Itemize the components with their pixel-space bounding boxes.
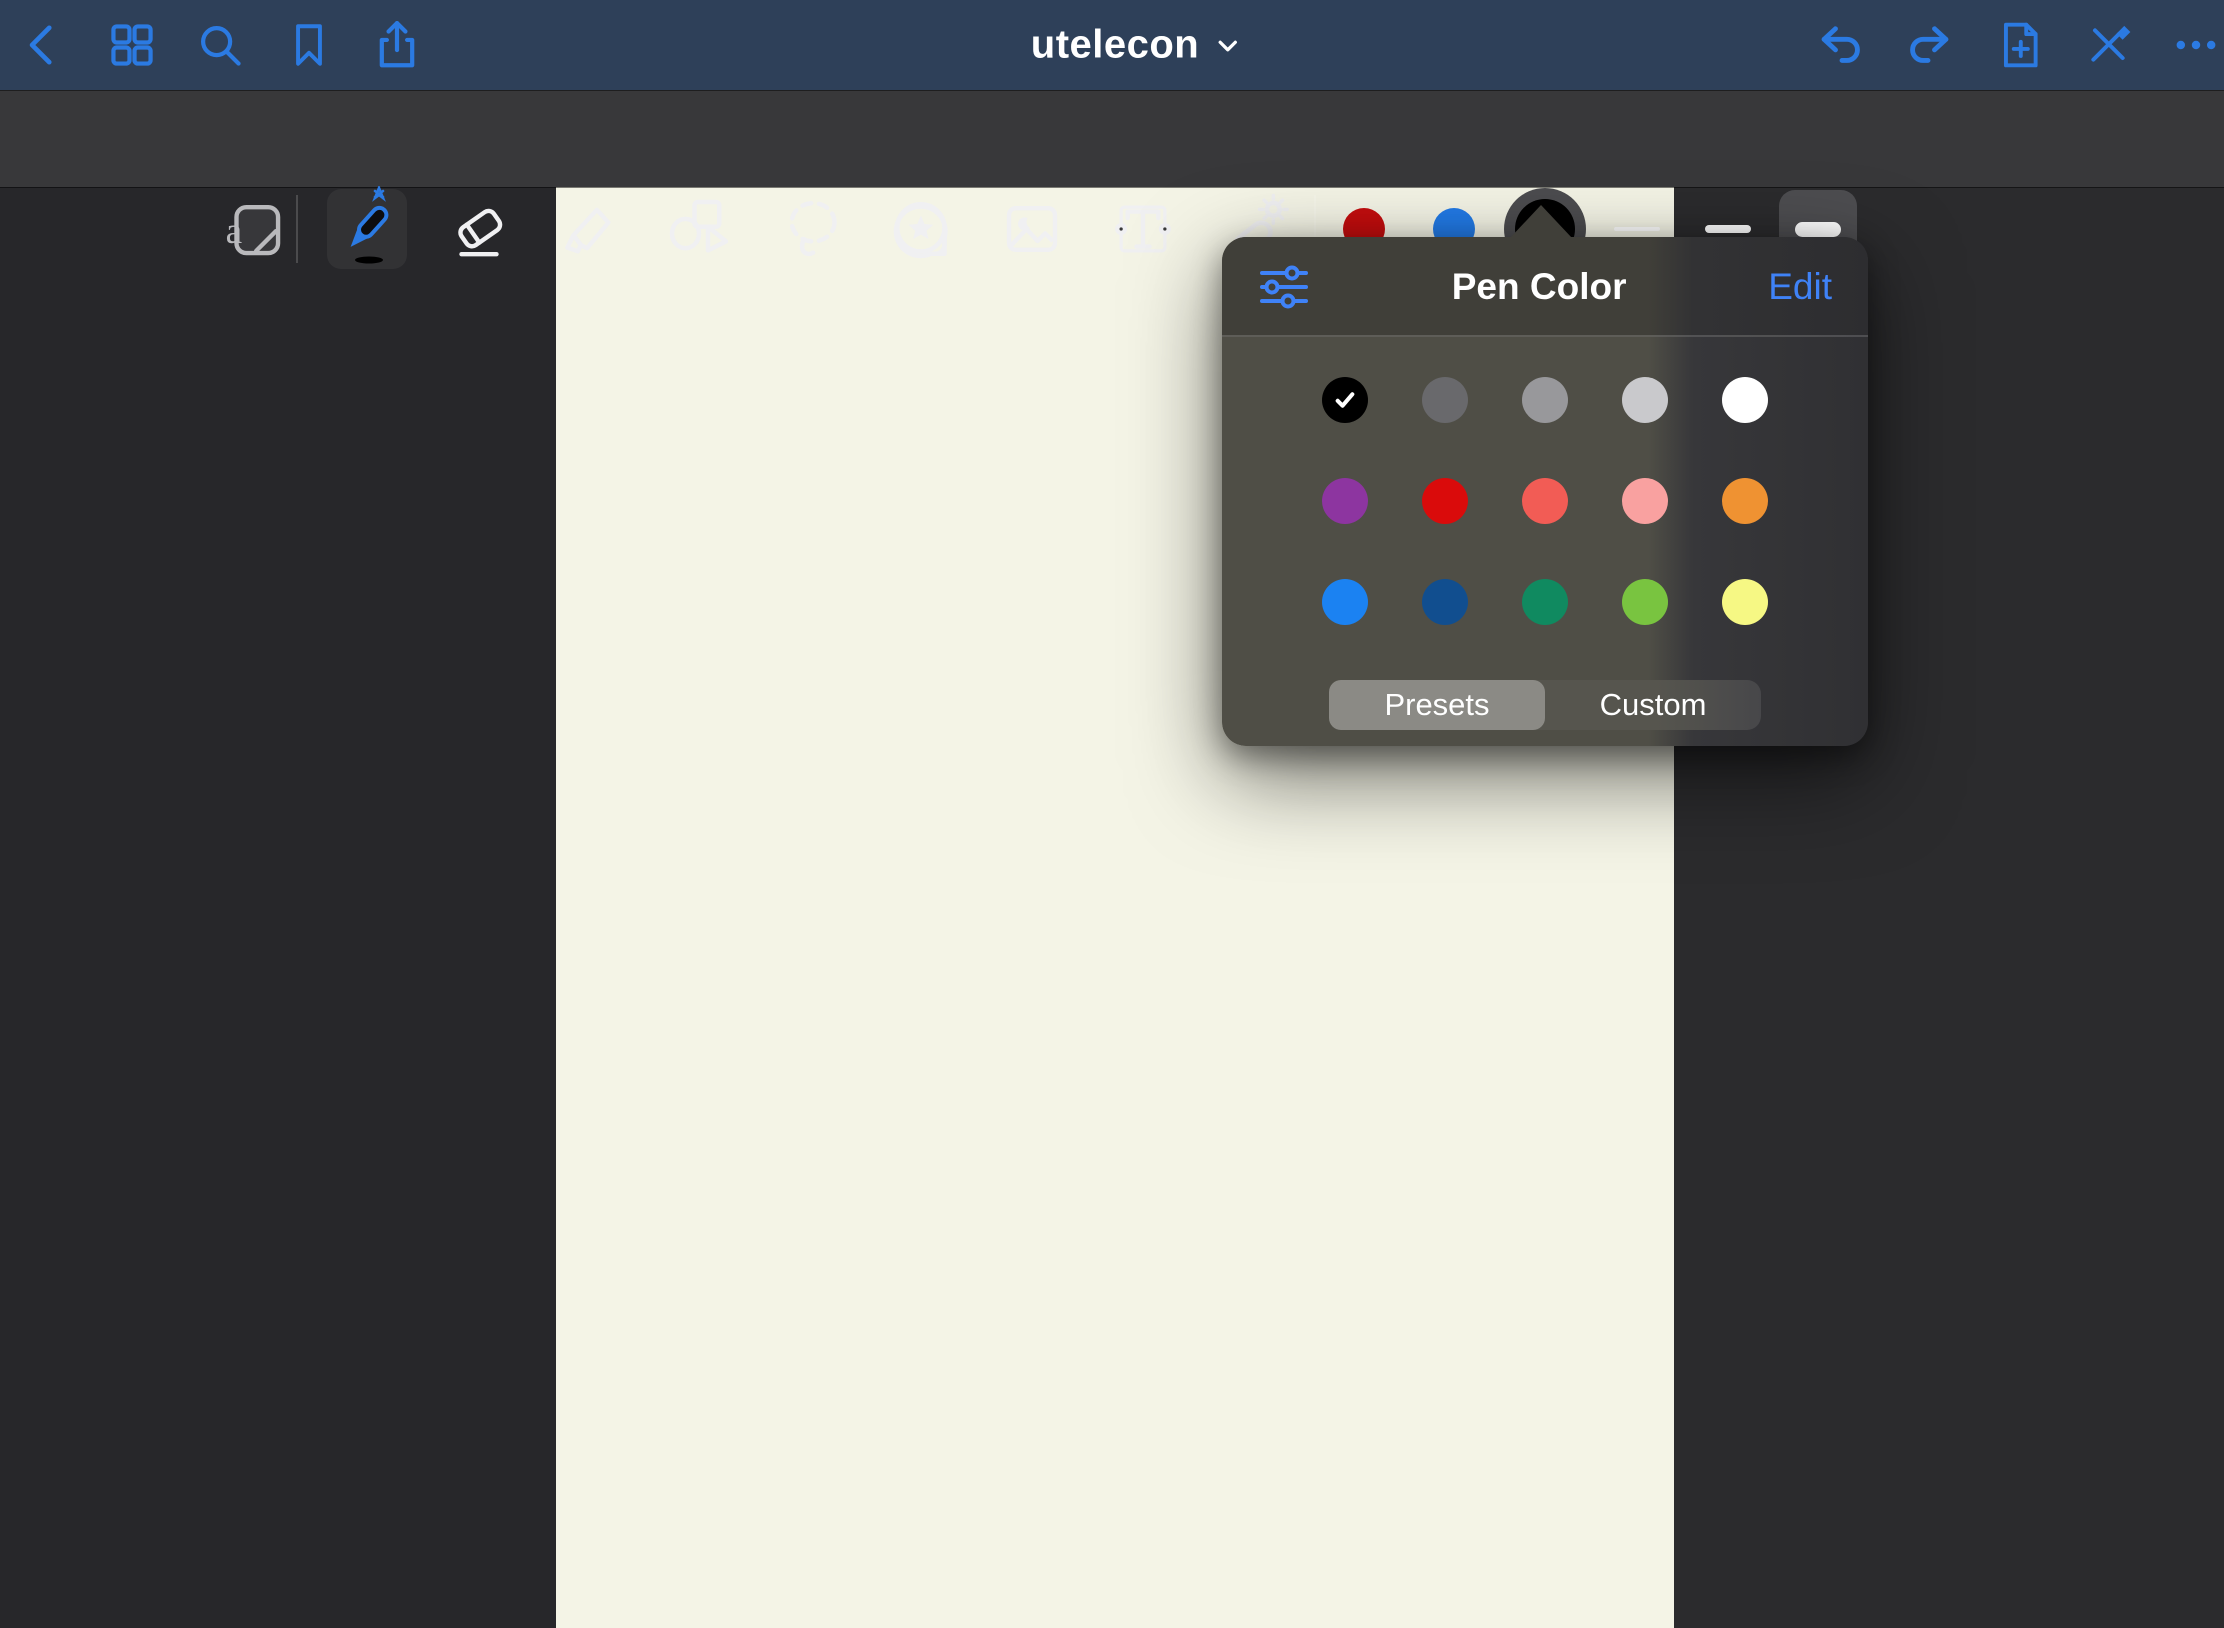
pen-color-popover: Pen Color Edit Presets Custom — [1222, 237, 1868, 746]
zoom-window-icon[interactable]: a — [219, 194, 289, 264]
color-swatch-yellow[interactable] — [1722, 579, 1768, 625]
search-icon[interactable] — [193, 18, 247, 72]
color-swatch-blue[interactable] — [1322, 579, 1368, 625]
image-tool-icon[interactable] — [997, 194, 1067, 264]
eraser-tool-icon[interactable] — [444, 194, 514, 264]
text-tool-icon[interactable] — [1108, 194, 1178, 264]
palette-tabs: Presets Custom — [1329, 680, 1761, 730]
color-swatch-light-gray[interactable] — [1622, 377, 1668, 423]
pen-tool-icon[interactable] — [321, 186, 407, 272]
highlighter-tool-icon[interactable] — [557, 194, 627, 264]
stroke-width-medium-button[interactable] — [1705, 225, 1751, 233]
shapes-tool-icon[interactable] — [663, 193, 735, 265]
color-swatch-teal[interactable] — [1522, 579, 1568, 625]
tab-custom[interactable]: Custom — [1545, 680, 1761, 730]
chevron-down-icon — [1215, 32, 1241, 58]
toolbar-separator — [296, 195, 298, 263]
edit-button[interactable]: Edit — [1768, 266, 1832, 308]
drawing-toolbar: a — [0, 90, 2224, 187]
document-title-label: utelecon — [1031, 23, 1199, 68]
elements-tool-icon[interactable] — [886, 193, 958, 265]
pen-settings-icon[interactable] — [1258, 264, 1310, 310]
bluetooth-glyph — [375, 188, 383, 198]
bookmark-icon[interactable] — [284, 18, 334, 72]
color-swatch-coral[interactable] — [1522, 478, 1568, 524]
stylus-mode-icon[interactable] — [2082, 19, 2134, 71]
canvas-area — [0, 187, 2224, 1628]
color-swatch-dark-gray[interactable] — [1422, 377, 1468, 423]
page-grid-icon[interactable] — [105, 18, 159, 72]
color-swatch-purple[interactable] — [1322, 478, 1368, 524]
color-swatch-red[interactable] — [1422, 478, 1468, 524]
color-swatch-white[interactable] — [1722, 377, 1768, 423]
undo-icon[interactable] — [1816, 19, 1868, 71]
popover-header: Pen Color Edit — [1222, 237, 1868, 337]
popover-title: Pen Color — [1452, 266, 1627, 308]
color-swatch-pink[interactable] — [1622, 478, 1668, 524]
color-swatch-black-selected[interactable] — [1322, 377, 1368, 423]
lasso-tool-icon[interactable] — [776, 193, 848, 265]
stroke-width-thin-button[interactable] — [1614, 227, 1660, 231]
share-icon[interactable] — [370, 17, 424, 73]
app-window: utelecon — [0, 0, 2224, 1628]
add-page-icon[interactable] — [1995, 17, 2045, 73]
svg-text:a: a — [226, 211, 243, 252]
color-swatch-navy[interactable] — [1422, 579, 1468, 625]
more-icon[interactable] — [2169, 18, 2223, 72]
redo-icon[interactable] — [1902, 19, 1954, 71]
color-swatch-orange[interactable] — [1722, 478, 1768, 524]
color-palette-grid — [1322, 377, 1768, 625]
color-swatch-gray[interactable] — [1522, 377, 1568, 423]
tab-presets[interactable]: Presets — [1329, 680, 1545, 730]
checkmark-icon — [1332, 387, 1358, 413]
color-swatch-green[interactable] — [1622, 579, 1668, 625]
top-navigation-bar: utelecon — [0, 0, 2224, 90]
back-icon[interactable] — [18, 20, 68, 70]
document-title[interactable]: utelecon — [1031, 23, 1241, 68]
